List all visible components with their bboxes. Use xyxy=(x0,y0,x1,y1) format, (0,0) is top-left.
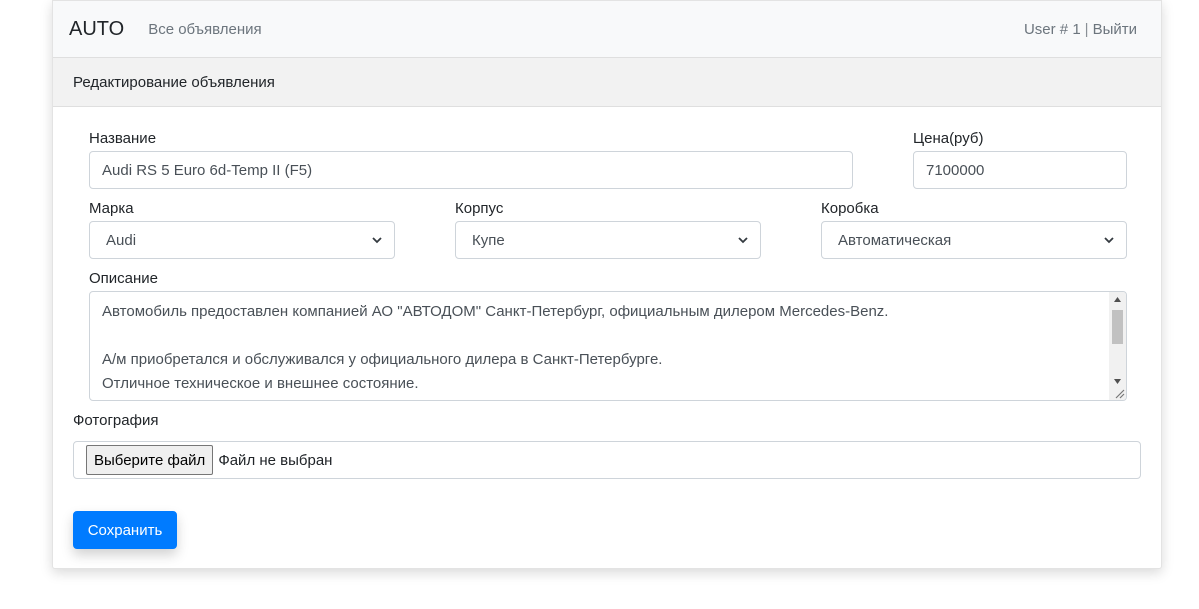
photo-label: Фотография xyxy=(73,412,159,429)
price-label: Цена(руб) xyxy=(913,130,984,147)
gearbox-label: Коробка xyxy=(821,200,879,217)
description-line: Отличное техническое и внешнее состояние… xyxy=(102,375,419,392)
description-line xyxy=(102,324,1114,348)
user-label: User # 1 xyxy=(1023,20,1081,38)
logout-link[interactable]: Выйти xyxy=(1093,21,1137,38)
navbar: AUTO Все объявления User # 1 | Выйти xyxy=(53,1,1161,57)
name-label: Название xyxy=(89,130,157,147)
name-input[interactable]: Audi RS 5 Euro 6d-Temp II (F5) xyxy=(89,151,853,189)
brand-label: Марка xyxy=(89,200,134,217)
file-status: Файл не выбран xyxy=(218,451,333,469)
name-input-value: Audi RS 5 Euro 6d-Temp II (F5) xyxy=(102,161,313,179)
body-select-value: Купе xyxy=(472,231,505,249)
scroll-thumb[interactable] xyxy=(1112,310,1123,344)
price-input-value: 7100000 xyxy=(926,161,985,179)
resize-grip-icon[interactable] xyxy=(1113,387,1125,399)
scroll-up-arrow-icon[interactable] xyxy=(1109,292,1126,306)
description-scrollbar[interactable] xyxy=(1109,292,1126,400)
scroll-down-arrow-icon[interactable] xyxy=(1109,374,1126,388)
brand-logo[interactable]: AUTO xyxy=(69,18,124,41)
brand-select-value: Audi xyxy=(106,231,137,249)
save-button[interactable]: Сохранить xyxy=(73,511,177,549)
photo-file-input[interactable]: Выберите файл Файл не выбран xyxy=(73,441,1141,479)
chevron-down-icon xyxy=(372,237,382,244)
body-label: Корпус xyxy=(455,200,504,217)
gearbox-select-value: Автоматическая xyxy=(838,231,952,249)
price-input[interactable]: 7100000 xyxy=(913,151,1127,189)
card-header: Редактирование объявления xyxy=(53,57,1161,107)
description-label: Описание xyxy=(89,270,159,287)
description-line: Автомобиль предоставлен компанией АО "АВ… xyxy=(102,303,889,320)
description-textarea[interactable]: Автомобиль предоставлен компанией АО "АВ… xyxy=(89,291,1127,401)
chevron-down-icon xyxy=(1104,237,1114,244)
all-ads-link[interactable]: Все объявления xyxy=(148,21,261,38)
gearbox-select[interactable]: Автоматическая xyxy=(821,221,1127,259)
choose-file-button[interactable]: Выберите файл xyxy=(86,445,214,475)
page-title: Редактирование объявления xyxy=(73,73,275,91)
body-select[interactable]: Купе xyxy=(455,221,761,259)
nav-separator: | xyxy=(1084,20,1089,38)
chevron-down-icon xyxy=(738,237,748,244)
brand-select[interactable]: Audi xyxy=(89,221,395,259)
user-menu: User # 1 | Выйти xyxy=(1024,21,1137,38)
description-line: А/м приобретался и обслуживался у официа… xyxy=(102,351,663,368)
edit-ad-card: AUTO Все объявления User # 1 | Выйти Редак… xyxy=(52,0,1162,569)
